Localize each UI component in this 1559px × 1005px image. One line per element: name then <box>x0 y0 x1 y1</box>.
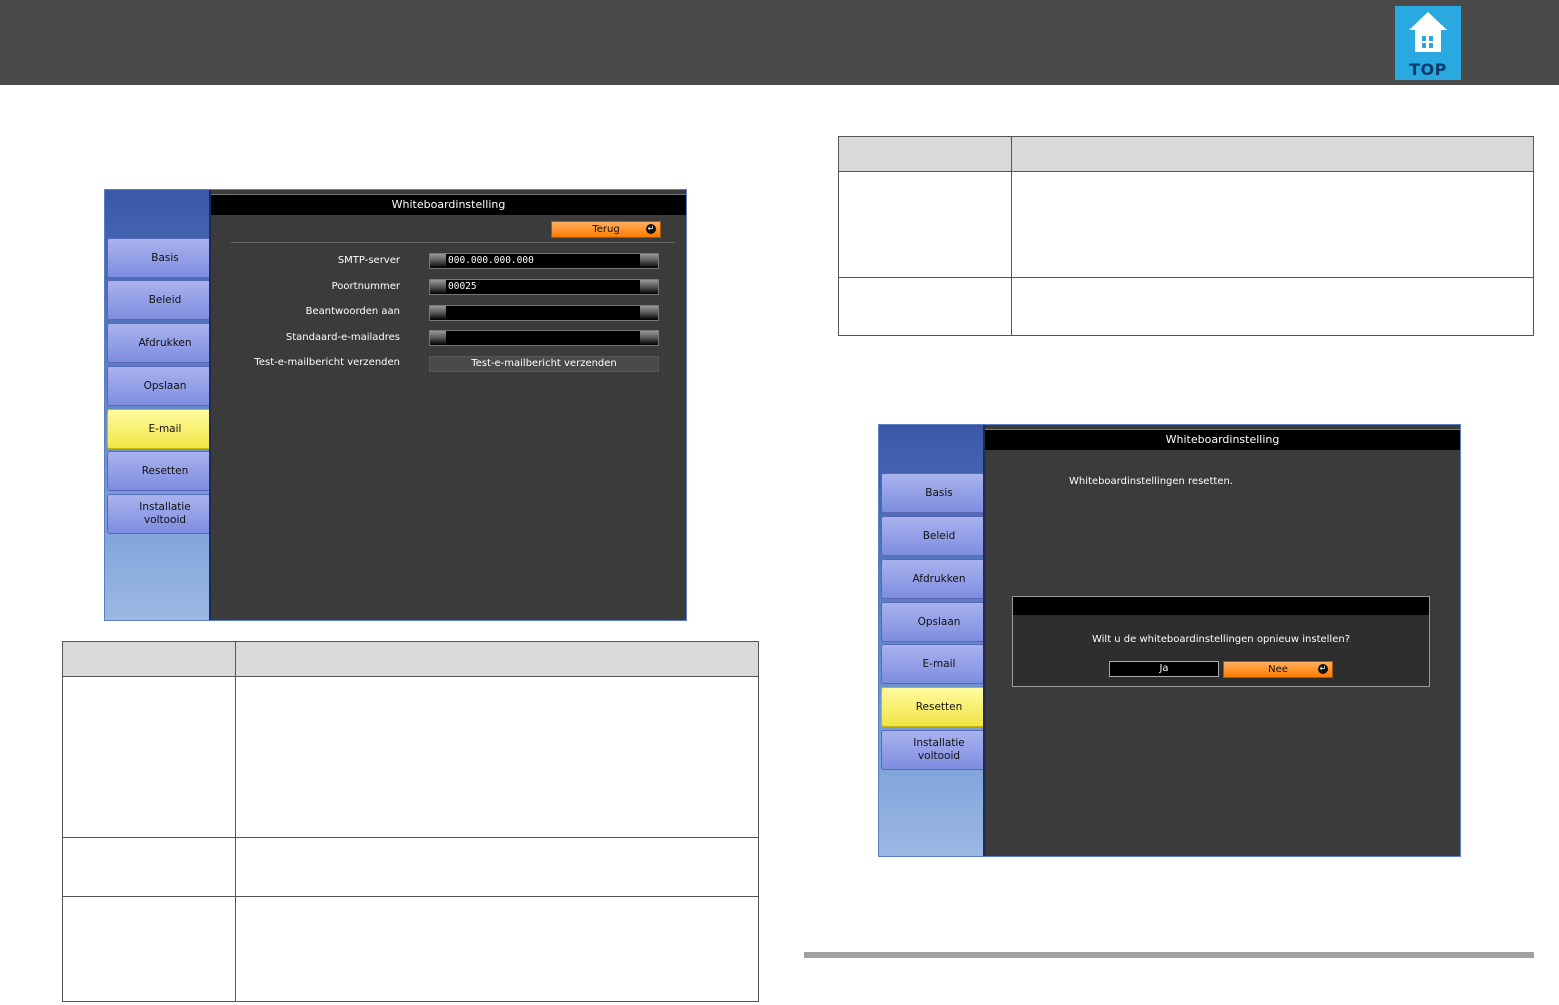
table-cell <box>62 676 236 838</box>
nav-email[interactable]: E-mail <box>881 644 999 684</box>
smtp-value: 000.000.000.000 <box>448 255 534 266</box>
no-label: Nee <box>1268 664 1288 675</box>
nav-label-line1: Installatie <box>139 501 191 513</box>
divider <box>231 242 675 243</box>
smtp-label: SMTP-server <box>337 255 400 266</box>
nav-label: Resetten <box>915 700 963 713</box>
field-cap <box>640 306 658 320</box>
email-settings-screen: Basis Beleid Afdrukken Opslaan E-mail Re… <box>104 189 687 621</box>
window-title: Whiteboardinstelling <box>211 194 686 215</box>
table-header-cell <box>1011 136 1534 172</box>
field-cap <box>430 254 446 268</box>
nav-label: Basis <box>925 486 953 499</box>
nav-label: Beleid <box>922 529 956 542</box>
table-row <box>838 277 1534 336</box>
nav-label: Basis <box>151 251 179 264</box>
table-cell <box>62 837 236 897</box>
top-button[interactable]: TOP <box>1395 6 1461 80</box>
nav-label-line1: Installatie <box>913 737 965 749</box>
table-cell <box>62 896 236 1002</box>
reset-settings-screen: Basis Beleid Afdrukken Opslaan E-mail Re… <box>878 424 1461 857</box>
settings-panel: Whiteboardinstelling Whiteboardinstellin… <box>983 425 1460 856</box>
nav-label: Installatie voltooid <box>913 737 965 763</box>
table-header-row <box>62 641 759 677</box>
field-cap <box>640 331 658 345</box>
dialog-titlebar <box>1013 597 1429 615</box>
field-cap <box>430 280 446 294</box>
nav-resetten[interactable]: Resetten <box>881 687 997 727</box>
nav-label: Installatie voltooid <box>139 501 191 527</box>
smtp-field[interactable]: 000.000.000.000 <box>429 253 659 269</box>
test-email-label: Test-e-mailbericht verzenden <box>254 357 400 368</box>
nav-label-line2: voltooid <box>143 514 187 526</box>
field-cap <box>430 306 446 320</box>
nav-label: Afdrukken <box>138 336 192 349</box>
top-label: TOP <box>1409 60 1447 79</box>
nav-installatie[interactable]: Installatie voltooid <box>881 730 999 770</box>
table-cell <box>1011 171 1534 278</box>
field-cap <box>430 331 446 345</box>
back-label: Terug <box>592 224 620 235</box>
yes-button[interactable]: Ja <box>1109 661 1219 677</box>
confirm-dialog: Wilt u de whiteboardinstellingen opnieuw… <box>1012 596 1430 687</box>
return-icon: ↵ <box>646 224 656 234</box>
home-icon <box>1409 12 1447 52</box>
back-button[interactable]: Terug ↵ <box>551 221 661 238</box>
window-title: Whiteboardinstelling <box>985 429 1460 450</box>
table-header-row <box>838 136 1534 172</box>
nav-beleid[interactable]: Beleid <box>107 280 225 320</box>
nav-label-line2: voltooid <box>917 750 961 762</box>
reply-field[interactable] <box>429 305 659 321</box>
nav-label: Opslaan <box>917 615 961 628</box>
nav-beleid[interactable]: Beleid <box>881 516 999 556</box>
table-cell <box>838 277 1012 336</box>
nav-basis[interactable]: Basis <box>107 238 225 278</box>
field-cap <box>640 280 658 294</box>
nav-opslaan[interactable]: Opslaan <box>107 366 225 406</box>
nav-afdrukken[interactable]: Afdrukken <box>881 559 999 599</box>
port-label: Poortnummer <box>331 281 400 292</box>
table-cell <box>838 171 1012 278</box>
nav-label: E-mail <box>148 422 182 435</box>
test-email-button[interactable]: Test-e-mailbericht verzenden <box>429 356 659 372</box>
table-row <box>62 676 759 838</box>
table-row <box>62 896 759 1002</box>
table-header-cell <box>838 136 1012 172</box>
table-row <box>838 171 1534 278</box>
port-value: 00025 <box>448 281 477 292</box>
default-email-label: Standaard-e-mailadres <box>285 332 400 343</box>
nav-label: E-mail <box>922 657 956 670</box>
nav-email[interactable]: E-mail <box>107 409 223 449</box>
port-field[interactable]: 00025 <box>429 279 659 295</box>
table-cell <box>235 837 759 897</box>
table-cell <box>235 896 759 1002</box>
nav-resetten[interactable]: Resetten <box>107 451 225 491</box>
section-divider <box>804 952 1534 958</box>
nav-opslaan[interactable]: Opslaan <box>881 602 999 642</box>
header-bar <box>0 0 1559 85</box>
nav-label: Beleid <box>148 293 182 306</box>
table-cell <box>235 676 759 838</box>
nav-label: Resetten <box>141 464 189 477</box>
left-info-table <box>62 641 759 1002</box>
table-header-cell <box>62 641 236 677</box>
nav-label: Opslaan <box>143 379 187 392</box>
dialog-question: Wilt u de whiteboardinstellingen opnieuw… <box>1091 634 1351 645</box>
settings-panel: Whiteboardinstelling Terug ↵ SMTP-server… <box>209 190 686 620</box>
nav-basis[interactable]: Basis <box>881 473 999 513</box>
table-row <box>62 837 759 897</box>
right-info-table <box>838 136 1534 336</box>
nav-label: Afdrukken <box>912 572 966 585</box>
no-button[interactable]: Nee ↵ <box>1223 661 1333 678</box>
reset-message: Whiteboardinstellingen resetten. <box>1069 476 1233 487</box>
table-cell <box>1011 277 1534 336</box>
return-icon: ↵ <box>1318 664 1328 674</box>
field-cap <box>640 254 658 268</box>
nav-afdrukken[interactable]: Afdrukken <box>107 323 225 363</box>
reply-label: Beantwoorden aan <box>305 306 400 317</box>
table-header-cell <box>235 641 759 677</box>
default-email-field[interactable] <box>429 330 659 346</box>
nav-installatie[interactable]: Installatie voltooid <box>107 494 225 534</box>
